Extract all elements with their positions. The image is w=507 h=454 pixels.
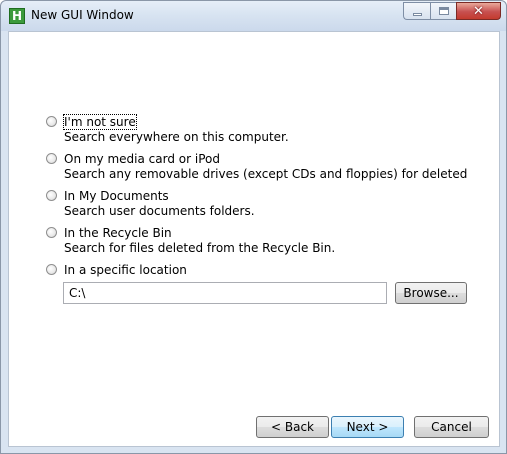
option-description: Search any removable drives (except CDs … <box>64 167 468 181</box>
wizard-panel: I'm not sure Search everywhere on this c… <box>8 31 500 447</box>
option-description: Search everywhere on this computer. <box>64 130 289 144</box>
window-title: New GUI Window <box>31 8 134 22</box>
app-window: H New GUI Window ✕ I'm not sure Search e… <box>0 0 507 454</box>
close-icon: ✕ <box>473 3 484 19</box>
maximize-icon <box>438 7 449 15</box>
option-description: Search for files deleted from the Recycl… <box>64 241 336 255</box>
option-label: In a specific location <box>64 263 187 277</box>
option-label: In My Documents <box>64 189 169 203</box>
radio-recycle-bin[interactable] <box>46 227 57 238</box>
app-icon: H <box>9 8 25 24</box>
radio-media-card[interactable] <box>46 153 57 164</box>
title-bar[interactable]: H New GUI Window ✕ <box>1 1 506 31</box>
radio-not-sure[interactable] <box>46 116 57 127</box>
close-button[interactable]: ✕ <box>456 2 501 20</box>
minimize-button[interactable] <box>403 2 430 20</box>
radio-my-documents[interactable] <box>46 190 57 201</box>
option-label: In the Recycle Bin <box>64 226 172 240</box>
back-button[interactable]: < Back <box>256 416 329 438</box>
cancel-button[interactable]: Cancel <box>414 416 489 438</box>
caption-buttons: ✕ <box>403 2 501 21</box>
option-label: On my media card or iPod <box>64 152 220 166</box>
browse-button[interactable]: Browse... <box>395 282 467 304</box>
location-path-input[interactable] <box>63 282 387 304</box>
maximize-button[interactable] <box>430 2 456 20</box>
option-description: Search user documents folders. <box>64 204 255 218</box>
next-button[interactable]: Next > <box>331 416 404 438</box>
option-label: I'm not sure <box>63 114 137 130</box>
minimize-icon <box>412 12 422 16</box>
radio-specific-location[interactable] <box>46 264 57 275</box>
